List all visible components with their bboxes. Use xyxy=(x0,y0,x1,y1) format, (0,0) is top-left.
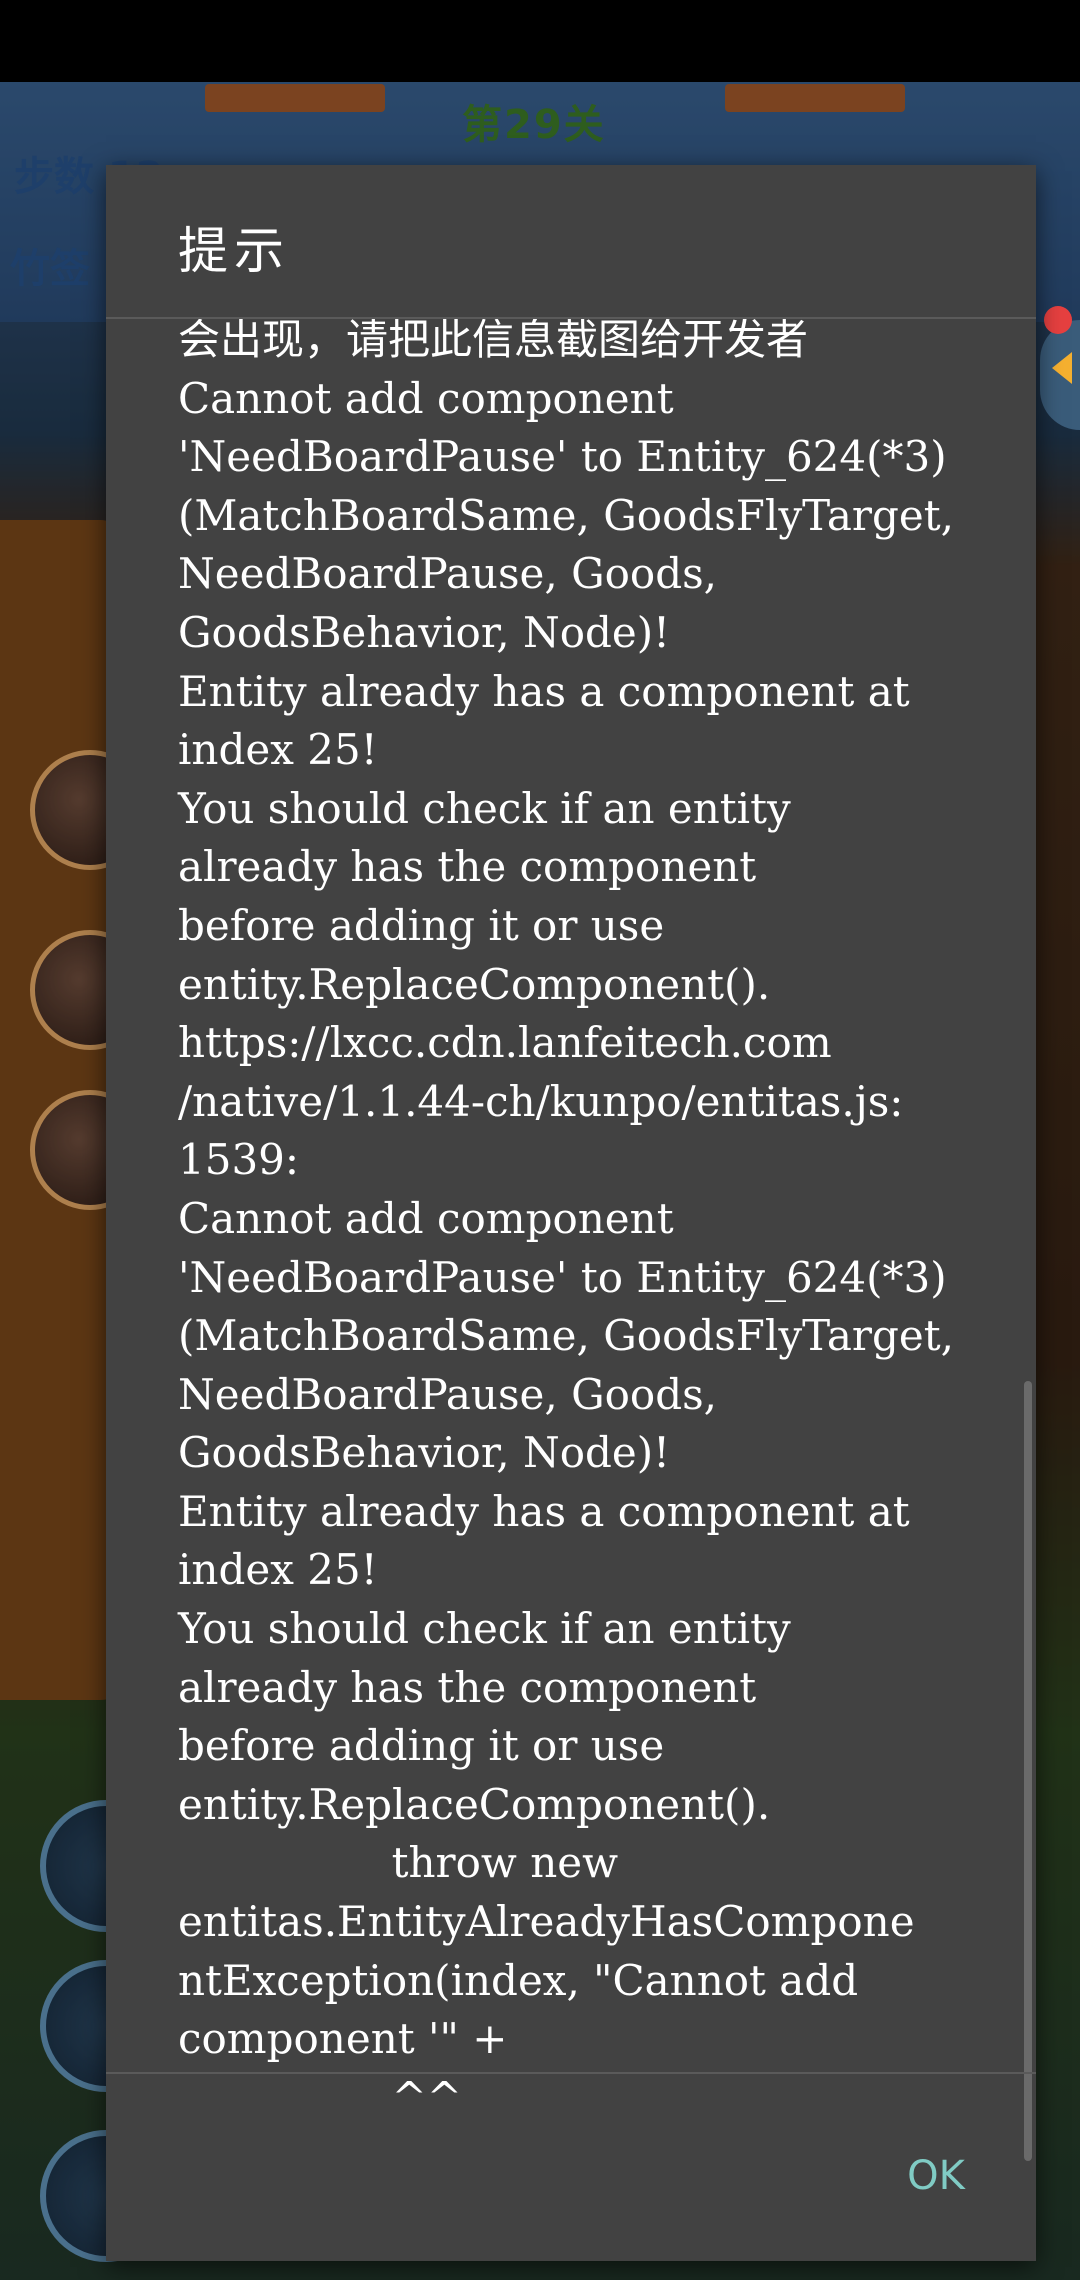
message-line: GoodsBehavior, Node)! xyxy=(178,1428,671,1478)
message-line: index 25! xyxy=(178,1545,378,1595)
game-plank-right xyxy=(725,84,905,112)
message-line: 'NeedBoardPause' to Entity_624(*3) xyxy=(178,432,947,482)
arrow-left-icon xyxy=(1052,352,1072,384)
message-line: component '" + xyxy=(178,2014,508,2064)
ok-button[interactable]: OK xyxy=(866,2125,1006,2225)
button-divider xyxy=(106,2072,1036,2074)
message-line: 1539: xyxy=(178,1135,300,1185)
message-line: before adding it or use xyxy=(178,900,665,950)
notification-dot-icon xyxy=(1044,306,1072,334)
message-line: Entity already has a component at xyxy=(178,1486,910,1536)
status-bar xyxy=(0,0,1080,82)
message-line: already has the component xyxy=(178,842,757,892)
dialog-title: 提示 xyxy=(178,222,290,280)
message-line: You should check if an entity xyxy=(178,783,791,833)
message-line: Cannot add component xyxy=(178,1193,674,1243)
message-line: throw new xyxy=(178,1838,619,1888)
message-line: 会出现，请把此信息截图给开发者 xyxy=(178,319,809,364)
message-line: ^^ xyxy=(178,2072,462,2122)
message-line: entity.ReplaceComponent(). xyxy=(178,1779,771,1829)
message-line: already has the component xyxy=(178,1662,757,1712)
message-line: entity.ReplaceComponent(). xyxy=(178,959,771,1009)
alert-dialog: 提示 会出现，请把此信息截图给开发者 Cannot add component 'N… xyxy=(106,165,1036,2261)
message-line: (MatchBoardSame, GoodsFlyTarget, xyxy=(178,1311,954,1361)
game-bamboo-label: 竹签 xyxy=(10,246,90,292)
message-text: 会出现，请把此信息截图给开发者 Cannot add component 'Need… xyxy=(178,319,988,2127)
game-plank-left xyxy=(205,84,385,112)
message-line: GoodsBehavior, Node)! xyxy=(178,607,671,657)
message-line: You should check if an entity xyxy=(178,1604,791,1654)
message-scroll-area[interactable]: 会出现，请把此信息截图给开发者 Cannot add component 'Need… xyxy=(106,319,1036,2239)
message-line: before adding it or use xyxy=(178,1721,665,1771)
message-line: 'NeedBoardPause' to Entity_624(*3) xyxy=(178,1252,947,1302)
message-line: Cannot add component xyxy=(178,373,674,423)
message-line: (MatchBoardSame, GoodsFlyTarget, xyxy=(178,490,954,540)
message-line: ntException(index, "Cannot add xyxy=(178,1955,859,2005)
scrollbar[interactable] xyxy=(1024,1381,1032,2161)
message-line: entitas.EntityAlreadyHasCompone xyxy=(178,1897,915,1947)
message-line: Entity already has a component at xyxy=(178,666,910,716)
message-line: /native/1.1.44-ch/kunpo/entitas.js: xyxy=(178,1076,904,1126)
message-line: NeedBoardPause, Goods, xyxy=(178,549,717,599)
message-line: https://lxcc.cdn.lanfeitech.com xyxy=(178,1018,832,1068)
message-line: NeedBoardPause, Goods, xyxy=(178,1369,717,1419)
game-level-label: 第29关 xyxy=(462,102,606,148)
message-line: index 25! xyxy=(178,725,378,775)
